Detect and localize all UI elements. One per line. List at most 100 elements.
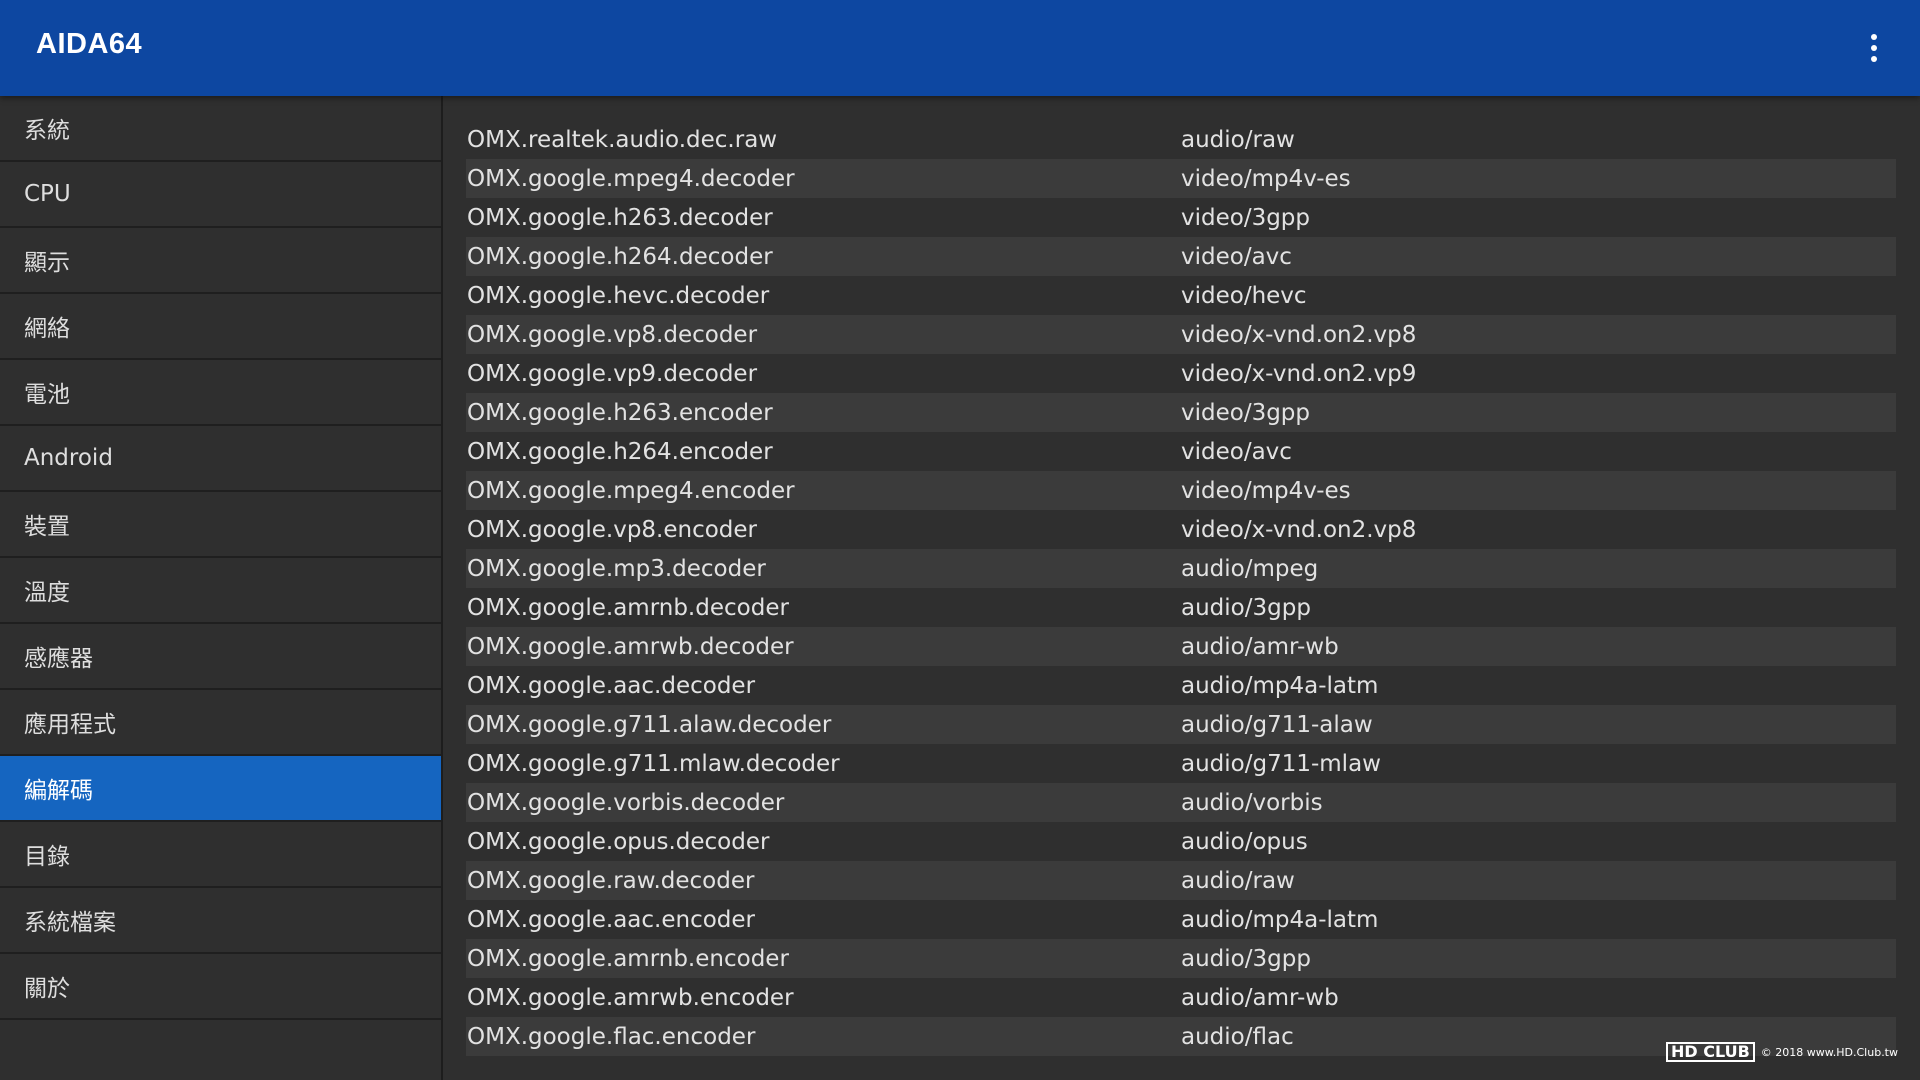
sidebar-item[interactable]: 電池 [0,360,441,426]
codec-name: OMX.google.g711.mlaw.decoder [467,750,840,777]
codec-row: OMX.google.g711.alaw.decoder audio/g711-a… [466,705,1896,744]
codec-name: OMX.google.amrnb.decoder [467,594,789,621]
sidebar-item-label: 關於 [24,976,70,1002]
codec-mime-type: video/3gpp [1181,204,1311,231]
overflow-menu-button[interactable] [1850,24,1898,72]
codec-name: OMX.google.h264.encoder [467,438,773,465]
codec-mime-type: video/avc [1181,438,1292,465]
codec-mime-type: audio/vorbis [1181,789,1323,816]
codec-mime-type: video/avc [1181,243,1292,270]
codec-name: OMX.google.raw.decoder [467,867,755,894]
codec-mime-type: audio/3gpp [1181,594,1311,621]
codec-mime-type: audio/raw [1181,126,1295,153]
codec-row: OMX.google.h263.decoder video/3gpp [466,198,1896,237]
codec-row: OMX.google.amrwb.encoder audio/amr-wb [466,978,1896,1017]
codec-mime-type: video/x-vnd.on2.vp8 [1181,321,1417,348]
sidebar-item[interactable]: 編解碼 [0,756,441,822]
codec-mime-type: audio/opus [1181,828,1308,855]
codec-row: OMX.google.h264.decoder video/avc [466,237,1896,276]
sidebar-item[interactable]: 裝置 [0,492,441,558]
app-bar: AIDA64 [0,0,1920,96]
sidebar-item-label: 系統 [24,118,70,144]
codec-row: OMX.google.mpeg4.encoder video/mp4v-es [466,471,1896,510]
codec-mime-type: audio/raw [1181,867,1295,894]
codec-mime-type: audio/mp4a-latm [1181,906,1379,933]
codec-mime-type: video/hevc [1181,282,1307,309]
codec-name: OMX.google.aac.encoder [467,906,756,933]
watermark-text: © 2018 www.HD.Club.tw [1760,1045,1898,1059]
codec-mime-type: audio/g711-mlaw [1181,750,1381,777]
sidebar-item-label: 感應器 [24,646,93,672]
more-vert-icon [1871,34,1877,62]
codec-mime-type: audio/flac [1181,1023,1294,1050]
sidebar-item-label: 裝置 [24,514,70,540]
codec-name: OMX.realtek.audio.dec.raw [467,126,778,153]
sidebar-nav: 系統 CPU 顯示網絡電池 Android 裝置溫度感應器應用程式編解碼目錄系統檔案關於 [0,96,443,1080]
watermark: HD CLUB © 2018 www.HD.Club.tw [1666,1042,1898,1062]
codec-name: OMX.google.aac.decoder [467,672,756,699]
sidebar-item-label: CPU [24,181,71,207]
sidebar-item[interactable]: CPU [0,162,441,228]
sidebar-item-label: 應用程式 [24,712,116,738]
codec-row: OMX.google.mp3.decoder audio/mpeg [466,549,1896,588]
codec-row: OMX.google.vp8.decoder video/x-vnd.on2.vp… [466,315,1896,354]
codec-name: OMX.google.mpeg4.encoder [467,477,795,504]
codec-name: OMX.google.h263.decoder [467,204,773,231]
codec-name: OMX.google.amrwb.decoder [467,633,794,660]
codec-row: OMX.google.mpeg4.decoder video/mp4v-es [466,159,1896,198]
codec-row: OMX.google.h263.encoder video/3gpp [466,393,1896,432]
codec-name: OMX.google.amrnb.encoder [467,945,789,972]
codec-row: OMX.google.g711.mlaw.decoder audio/g711-m… [466,744,1896,783]
codec-row: OMX.google.amrnb.encoder audio/3gpp [466,939,1896,978]
codec-name: OMX.google.opus.decoder [467,828,770,855]
codec-name: OMX.google.mpeg4.decoder [467,165,795,192]
codec-row: OMX.google.aac.decoder audio/mp4a-latm [466,666,1896,705]
sidebar-item-label: 網絡 [24,316,70,342]
codec-name: OMX.google.amrwb.encoder [467,984,794,1011]
codec-row: OMX.google.opus.decoder audio/opus [466,822,1896,861]
codec-mime-type: video/x-vnd.on2.vp8 [1181,516,1417,543]
codec-name: OMX.google.hevc.decoder [467,282,770,309]
sidebar-item[interactable]: 目錄 [0,822,441,888]
codec-list: OMX.realtek.audio.dec.raw audio/raw OMX.go… [466,120,1896,1056]
codec-mime-type: video/3gpp [1181,399,1311,426]
app-title: AIDA64 [36,28,143,60]
sidebar-item[interactable]: 感應器 [0,624,441,690]
codec-name: OMX.google.mp3.decoder [467,555,766,582]
codec-name: OMX.google.vp8.encoder [467,516,758,543]
codec-row: OMX.google.raw.decoder audio/raw [466,861,1896,900]
sidebar-item-label: 目錄 [24,844,70,870]
sidebar-item-label: 系統檔案 [24,910,116,936]
codec-name: OMX.google.flac.encoder [467,1023,756,1050]
codec-name: OMX.google.vorbis.decoder [467,789,785,816]
codec-row: OMX.google.amrnb.decoder audio/3gpp [466,588,1896,627]
sidebar-item[interactable]: 系統 [0,96,441,162]
codec-row: OMX.google.vp8.encoder video/x-vnd.on2.vp… [466,510,1896,549]
sidebar-item-label: 編解碼 [24,778,93,804]
codec-name: OMX.google.g711.alaw.decoder [467,711,832,738]
sidebar-item[interactable]: Android [0,426,441,492]
codec-mime-type: video/x-vnd.on2.vp9 [1181,360,1417,387]
sidebar-item[interactable]: 溫度 [0,558,441,624]
codec-mime-type: audio/amr-wb [1181,633,1339,660]
sidebar-item[interactable]: 關於 [0,954,441,1020]
codec-mime-type: video/mp4v-es [1181,165,1351,192]
sidebar-item-label: 電池 [24,382,70,408]
sidebar-item[interactable]: 系統檔案 [0,888,441,954]
codec-row: OMX.google.aac.encoder audio/mp4a-latm [466,900,1896,939]
sidebar-item[interactable]: 顯示 [0,228,441,294]
codec-name: OMX.google.vp9.decoder [467,360,758,387]
hd-club-logo: HD CLUB [1666,1042,1755,1062]
codec-mime-type: audio/amr-wb [1181,984,1339,1011]
sidebar-item[interactable]: 網絡 [0,294,441,360]
codec-mime-type: audio/mpeg [1181,555,1319,582]
codec-mime-type: audio/mp4a-latm [1181,672,1379,699]
sidebar-item-label: 顯示 [24,250,70,276]
sidebar-item-label: 溫度 [24,580,70,606]
codec-row: OMX.realtek.audio.dec.raw audio/raw [466,120,1896,159]
codec-mime-type: audio/g711-alaw [1181,711,1373,738]
sidebar-item-label: Android [24,445,113,471]
codec-row: OMX.google.hevc.decoder video/hevc [466,276,1896,315]
codec-name: OMX.google.h263.encoder [467,399,773,426]
sidebar-item[interactable]: 應用程式 [0,690,441,756]
